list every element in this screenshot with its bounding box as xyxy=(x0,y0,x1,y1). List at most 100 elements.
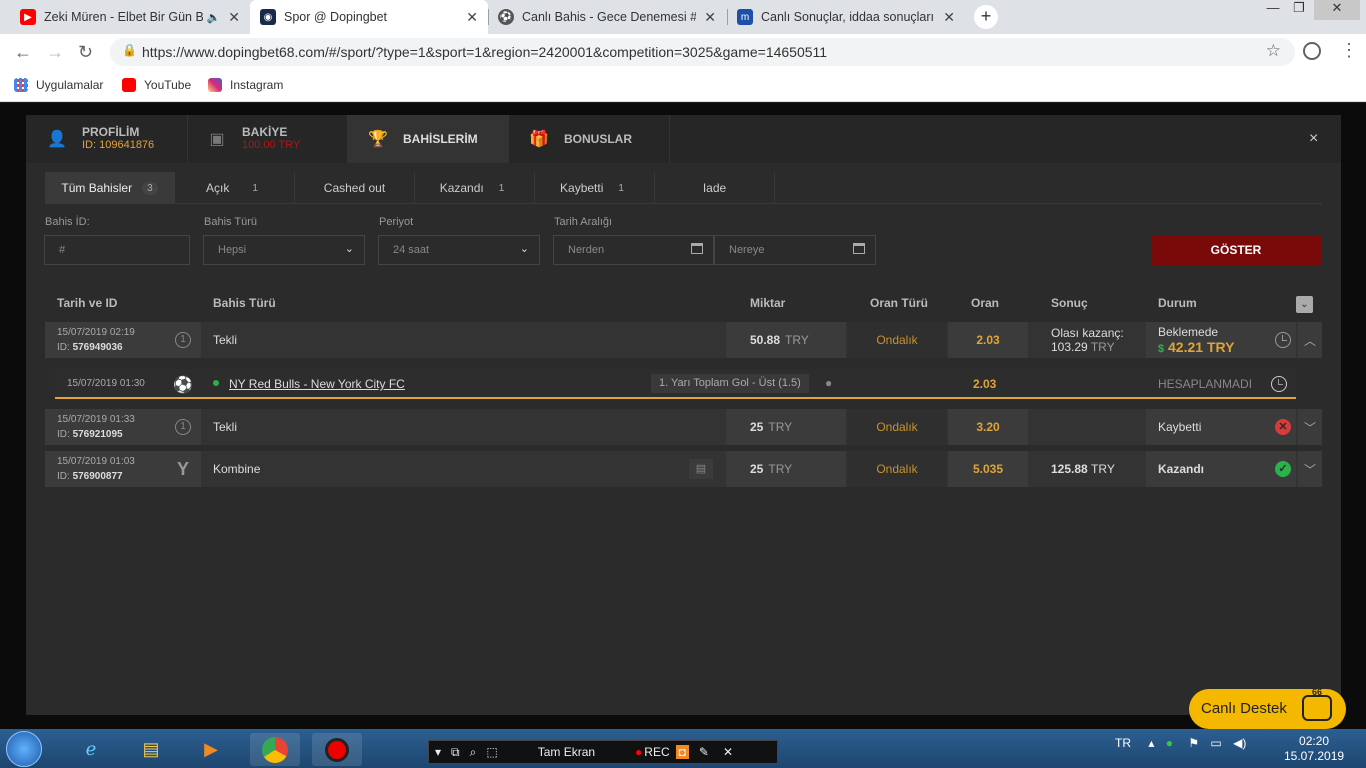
internet-explorer-icon[interactable]: ℯ xyxy=(66,733,116,766)
bet-id: ID: 576900877 xyxy=(57,469,123,484)
calendar-icon[interactable] xyxy=(691,243,703,254)
file-explorer-icon[interactable]: ▤ xyxy=(126,733,176,766)
back-icon[interactable]: ← xyxy=(14,42,32,63)
modal-close-button[interactable]: × xyxy=(1309,130,1318,148)
date-from-input[interactable]: Nerden xyxy=(553,235,714,265)
filter-tab-all[interactable]: Tüm Bahisler 3 xyxy=(45,172,175,204)
odds-value: 3.20 xyxy=(948,409,1028,445)
bookmark-star-icon[interactable]: ☆ xyxy=(1266,41,1281,61)
column-header-status: Durum xyxy=(1158,296,1197,310)
screen-recorder-toolbar: ▾ ⧉ ⌕ ⬚ Tam Ekran ● REC ◘ ✎ ✕ xyxy=(428,740,778,764)
account-icon[interactable] xyxy=(1303,42,1321,60)
table-row[interactable]: 15/07/2019 02:19 ID: 576949036 1 Tekli 5… xyxy=(45,322,1322,358)
omnibox[interactable]: 🔒 https://www.dopingbet68.com/#/sport/?t… xyxy=(110,38,1295,66)
language-indicator[interactable]: TR xyxy=(1115,736,1131,750)
show-button[interactable]: GÖSTER xyxy=(1151,235,1321,265)
close-tab-icon[interactable]: ✕ xyxy=(466,9,478,26)
network-status-icon[interactable]: ● xyxy=(1166,736,1173,750)
dropdown-icon[interactable]: ▾ xyxy=(435,745,441,759)
event-market: 1. Yarı Toplam Gol - Üst (1.5) xyxy=(651,374,809,393)
cashout-amount[interactable]: $ 42.21 TRY xyxy=(1158,339,1234,355)
odds-type: Ondalık xyxy=(847,322,947,358)
region-icon[interactable]: ⬚ xyxy=(486,745,497,759)
menu-kebab-icon[interactable]: ⋮ xyxy=(1340,40,1358,61)
url-text[interactable]: https://www.dopingbet68.com/#/sport/?typ… xyxy=(142,44,827,60)
minimize-button[interactable]: — xyxy=(1262,0,1284,20)
amount-currency: TRY xyxy=(785,333,809,347)
reload-icon[interactable]: ↻ xyxy=(78,42,93,63)
new-tab-button[interactable]: + xyxy=(974,5,998,29)
window-close-button[interactable]: ✕ xyxy=(1314,0,1360,20)
expand-all-icon[interactable]: ⌄ xyxy=(1296,296,1313,313)
system-clock[interactable]: 02:20 15.07.2019 xyxy=(1284,734,1344,764)
bookmarks-bar: Uygulamalar YouTube Instagram xyxy=(0,70,1366,102)
start-button[interactable] xyxy=(6,731,42,767)
close-tab-icon[interactable]: ✕ xyxy=(943,9,955,26)
status-text: Beklemede xyxy=(1158,325,1219,339)
event-match-link[interactable]: NY Red Bulls - New York City FC xyxy=(229,377,405,391)
chevron-down-icon[interactable]: ﹀ xyxy=(1298,409,1322,445)
gift-icon[interactable]: ▤ xyxy=(688,451,714,487)
recorder-taskbar-icon[interactable] xyxy=(312,733,362,766)
stats-icon[interactable]: ● xyxy=(825,376,832,390)
bet-type: Kombine xyxy=(213,462,261,476)
bookmark-youtube[interactable]: YouTube xyxy=(122,78,191,92)
browser-tab-youtube[interactable]: ▶ Zeki Müren - Elbet Bir Gün B 🔈 ✕ xyxy=(10,0,250,34)
live-dot-icon xyxy=(213,380,219,386)
media-player-icon[interactable]: ▶ xyxy=(186,733,236,766)
table-row[interactable]: 15/07/2019 01:03 ID: 576900877 Y Kombine… xyxy=(45,451,1322,487)
bookmark-instagram[interactable]: Instagram xyxy=(208,78,283,92)
date-from-placeholder: Nerden xyxy=(568,244,605,256)
browser-tab-canli-bahis[interactable]: ⚽ Canlı Bahis - Gece Denemesi #1 ✕ xyxy=(488,0,726,34)
recorder-mode-label[interactable]: Tam Ekran xyxy=(538,745,595,759)
chevron-down-icon[interactable]: ﹀ xyxy=(1298,451,1322,487)
flag-icon[interactable]: ⚑ xyxy=(1188,736,1199,750)
tab-bonuses[interactable]: 🎁 BONUSLAR xyxy=(508,115,670,163)
zoom-icon[interactable]: ⌕ xyxy=(470,745,477,760)
bet-type-select[interactable]: Hepsi ⌄ xyxy=(203,235,365,265)
filter-tab-won[interactable]: Kazandı 1 xyxy=(415,172,535,204)
browser-tab-mackolik[interactable]: m Canlı Sonuçlar, iddaa sonuçları @ ✕ xyxy=(727,0,965,34)
clock-icon xyxy=(1270,322,1296,358)
column-header-bet-type: Bahis Türü xyxy=(213,296,276,310)
chrome-taskbar-icon[interactable] xyxy=(250,733,300,766)
chevron-up-icon[interactable]: ︿ xyxy=(1298,322,1322,358)
live-support-button[interactable]: Canlı Destek 66 xyxy=(1189,687,1346,729)
column-header-date-id: Tarih ve ID xyxy=(57,296,118,310)
lock-icon[interactable]: 🔒 xyxy=(122,43,137,57)
modal-tabs: 👤 PROFİLİM ID: 109641876 ▣ BAKİYE 100.00… xyxy=(26,115,1341,163)
bet-id-input[interactable]: # xyxy=(44,235,190,265)
filter-tab-refund[interactable]: Iade xyxy=(655,172,775,204)
apps-grid-icon xyxy=(14,78,28,92)
tab-profile[interactable]: 👤 PROFİLİM ID: 109641876 xyxy=(26,115,188,163)
forward-icon[interactable]: → xyxy=(46,42,64,63)
tab-balance[interactable]: ▣ BAKİYE 100.00 TRY xyxy=(186,115,348,163)
table-row[interactable]: 15/07/2019 01:33 ID: 576921095 1 Tekli 2… xyxy=(45,409,1322,445)
bookmark-apps[interactable]: Uygulamalar xyxy=(14,78,103,92)
bet-type-value: Hepsi xyxy=(218,244,247,256)
camera-icon[interactable]: ◘ xyxy=(675,745,689,759)
filter-tab-open[interactable]: Açık 1 xyxy=(175,172,295,204)
filter-tab-lost[interactable]: Kaybetti 1 xyxy=(535,172,655,204)
record-button[interactable]: REC xyxy=(644,745,669,759)
speaker-icon[interactable]: ◀) xyxy=(1233,736,1246,750)
browser-tab-strip: ▶ Zeki Müren - Elbet Bir Gün B 🔈 ✕ ◉ Spo… xyxy=(0,0,1366,34)
close-icon[interactable]: ✕ xyxy=(723,745,733,759)
speaker-icon[interactable]: 🔈 xyxy=(207,11,221,24)
bet-result: 125.88 TRY xyxy=(1028,451,1146,487)
browser-tab-dopingbet[interactable]: ◉ Spor @ Dopingbet ✕ xyxy=(250,0,488,34)
close-tab-icon[interactable]: ✕ xyxy=(228,9,240,26)
window-icon[interactable]: ⧉ xyxy=(451,745,460,760)
maximize-button[interactable]: ❐ xyxy=(1288,0,1310,20)
tab-label: BAKİYE xyxy=(242,125,288,139)
calendar-icon[interactable] xyxy=(853,243,865,254)
chevron-down-icon: ⌄ xyxy=(344,243,354,255)
tray-arrow-icon[interactable]: ▴ xyxy=(1148,736,1154,750)
monitor-icon[interactable]: ▭ xyxy=(1210,736,1221,750)
period-select[interactable]: 24 saat ⌄ xyxy=(378,235,540,265)
pen-icon[interactable]: ✎ xyxy=(699,745,709,759)
filter-tab-cashed-out[interactable]: Cashed out xyxy=(295,172,415,204)
tab-my-bets[interactable]: 🏆 BAHİSLERİM xyxy=(347,115,509,163)
close-tab-icon[interactable]: ✕ xyxy=(704,9,716,26)
date-to-input[interactable]: Nereye xyxy=(714,235,876,265)
